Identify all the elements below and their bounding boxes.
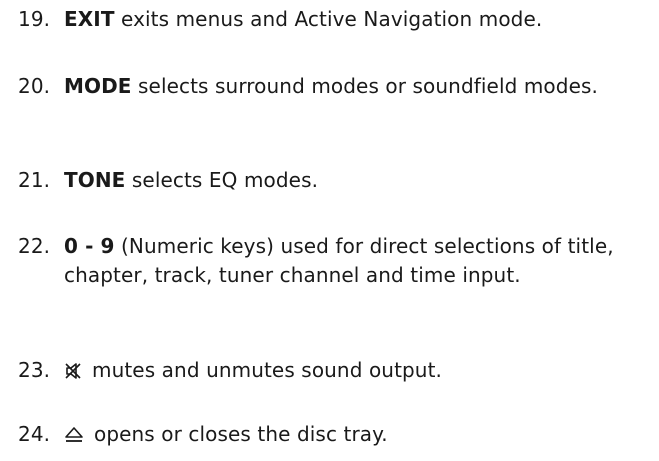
item-number: 19. [18, 7, 51, 31]
list-item-19: 19. EXIT exits menus and Active Navigati… [18, 5, 648, 34]
eject-icon [64, 426, 84, 444]
key-name-mode: MODE [64, 74, 132, 98]
item-text: opens or closes the disc tray. [94, 422, 388, 446]
item-description: EXIT exits menus and Active Navigation m… [64, 5, 648, 34]
item-text: selects EQ modes. [125, 168, 319, 192]
key-name-numeric: 0 - 9 [64, 234, 115, 258]
key-name-tone: TONE [64, 168, 126, 192]
list-item-23: 23. mutes and unmutes sound output. [18, 356, 648, 385]
item-text: exits menus and Active Navigation mode. [114, 7, 543, 31]
item-number: 22. [18, 234, 51, 258]
item-number: 24. [18, 422, 51, 446]
list-item-22: 22. 0 - 9 (Numeric keys) used for direct… [18, 232, 648, 290]
item-description: TONE selects EQ modes. [64, 166, 648, 195]
item-number: 20. [18, 74, 51, 98]
item-text: selects surround modes or soundfield mod… [131, 74, 598, 98]
key-name-exit: EXIT [64, 7, 115, 31]
list-item-21: 21. TONE selects EQ modes. [18, 166, 648, 195]
list-item-24: 24. opens or closes the disc tray. [18, 420, 648, 449]
item-description: MODE selects surround modes or soundfiel… [64, 72, 648, 101]
item-number: 23. [18, 358, 51, 382]
item-text: mutes and unmutes sound output. [92, 358, 442, 382]
list-item-20: 20. MODE selects surround modes or sound… [18, 72, 648, 101]
mute-icon [64, 362, 82, 380]
item-description: opens or closes the disc tray. [64, 420, 648, 449]
item-number: 21. [18, 168, 51, 192]
item-description: mutes and unmutes sound output. [64, 356, 648, 385]
item-text: (Numeric keys) used for direct selection… [64, 234, 614, 287]
item-description: 0 - 9 (Numeric keys) used for direct sel… [64, 232, 648, 290]
